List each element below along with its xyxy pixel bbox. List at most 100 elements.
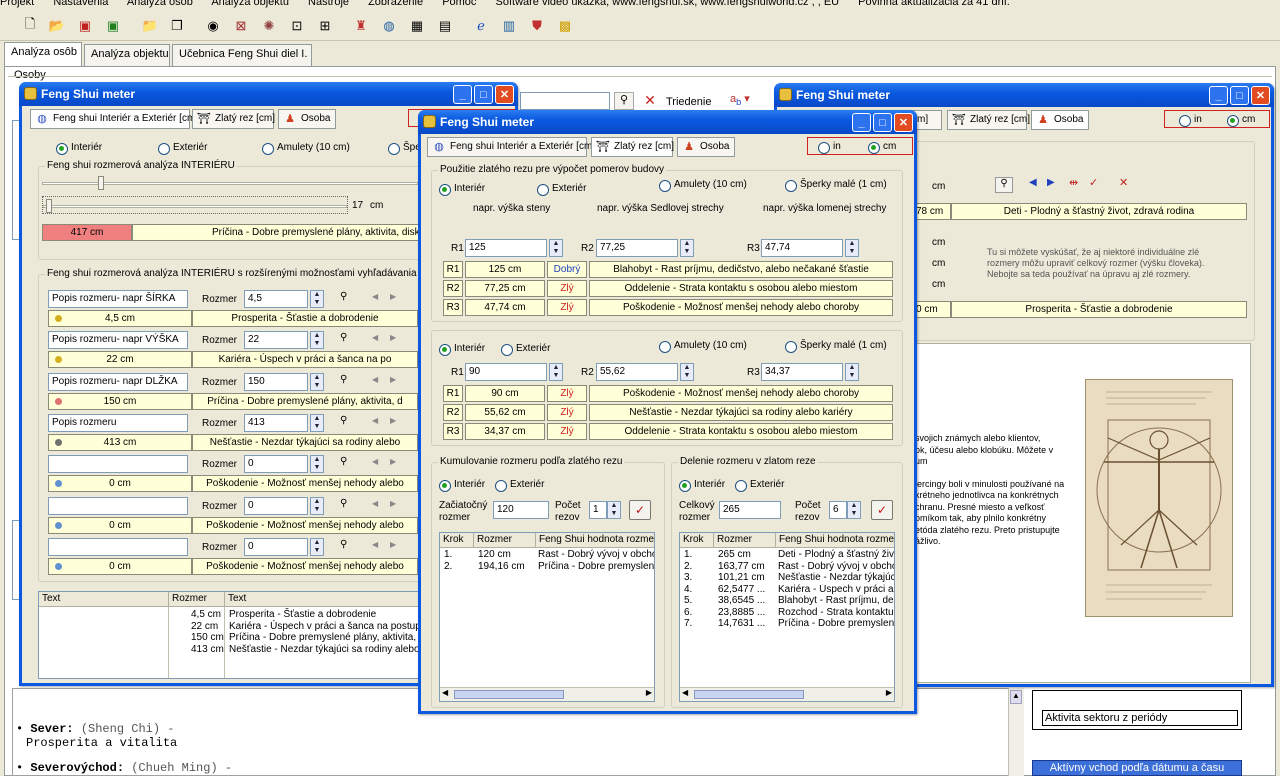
col-rozmer[interactable]: Rozmer: [169, 592, 225, 607]
search-icon[interactable]: ⚲: [340, 332, 347, 343]
prev-icon[interactable]: ◀: [372, 540, 378, 549]
copy-icon[interactable]: ❐: [167, 16, 187, 36]
dimension-spinner[interactable]: ▲ ▼: [310, 496, 324, 515]
radio-sperky-2[interactable]: Šperky malé (1 cm): [785, 340, 887, 353]
save-red-icon[interactable]: ▣: [75, 16, 95, 36]
bagua-icon[interactable]: ✺: [259, 16, 279, 36]
grid-tool-icon[interactable]: ⊠: [231, 16, 251, 36]
tab-zlaty-rez[interactable]: ⛩ Zlatý rez [cm]: [192, 109, 275, 129]
del-hscroll-thumb[interactable]: [694, 690, 804, 699]
minimize-icon[interactable]: _: [453, 85, 472, 104]
menu-video[interactable]: Software video ukážka, www.fengshui.sk, …: [496, 0, 840, 8]
prev-icon[interactable]: ◀: [372, 416, 378, 425]
fine-slider[interactable]: [42, 196, 348, 214]
list-row-hodnota[interactable]: Príčina - Dobre premyslené: [538, 561, 654, 572]
radio-exterier[interactable]: Exteriér: [537, 183, 586, 196]
r1-input[interactable]: 90: [465, 363, 547, 381]
r1-spinner[interactable]: ▲ ▼: [549, 363, 563, 381]
list-row-hodnota[interactable]: Deti - Plodný a šťastný život: [778, 549, 894, 560]
search-icon[interactable]: ⚲: [340, 415, 347, 426]
radio-interier-2[interactable]: Interiér: [439, 343, 485, 356]
kum-count-input[interactable]: 1: [589, 501, 607, 519]
list-row-rozmer[interactable]: 150 cm: [191, 632, 224, 643]
tab-analyza-osob[interactable]: Analýza osôb: [4, 42, 82, 66]
search-icon[interactable]: ⚲: [340, 498, 347, 509]
radio-amulety[interactable]: Amulety (10 cm): [262, 142, 350, 155]
maximize-icon[interactable]: □: [873, 113, 892, 132]
tab-analyza-objektu[interactable]: Analýza objektu: [84, 44, 170, 66]
list-row-hodnota[interactable]: Rast - Dobrý vývoj v obcho: [778, 561, 894, 572]
list-row-rozmer[interactable]: 62,5477 ...: [718, 584, 765, 595]
tab-osoba[interactable]: ♟ Osoba: [1031, 110, 1089, 130]
kum-radio-interier[interactable]: Interiér: [439, 479, 485, 492]
kum-hscroll-thumb[interactable]: [454, 690, 564, 699]
unit-in-radio[interactable]: in: [1179, 114, 1202, 127]
window-1-titlebar[interactable]: Feng Shui meter _ □ ✕: [19, 82, 518, 106]
dimension-value-input[interactable]: 150: [244, 372, 308, 391]
r2-input[interactable]: 77,25: [596, 239, 678, 257]
menu-nastavenia[interactable]: Nastavenia: [53, 0, 108, 8]
kum-col-rozmer[interactable]: Rozmer: [474, 533, 536, 548]
kum-start-input[interactable]: 120: [493, 501, 549, 519]
tab-zlaty-rez[interactable]: ⛩ Zlatý rez [cm]: [591, 137, 674, 157]
aktivny-vchod-button[interactable]: Aktívny vchod podľa dátumu a času: [1032, 760, 1242, 776]
list-row-krok[interactable]: 4.: [684, 584, 692, 595]
del-confirm-button[interactable]: ✓: [871, 500, 893, 520]
del-count-spinner[interactable]: ▲ ▼: [847, 501, 861, 519]
dimension-value-input[interactable]: 0: [244, 496, 308, 515]
next-icon[interactable]: ▶: [390, 292, 396, 301]
check-icon[interactable]: ✓: [1089, 176, 1098, 189]
list-row-text[interactable]: Prosperita - Šťastie a dobrodenie: [229, 609, 376, 620]
dimension-spinner[interactable]: ▲ ▼: [310, 537, 324, 556]
next-icon[interactable]: ▶: [390, 375, 396, 384]
del-total-input[interactable]: 265: [719, 501, 781, 519]
r2-input[interactable]: 55,62: [596, 363, 678, 381]
scroll-left-icon[interactable]: ◀: [682, 688, 688, 697]
dimension-value-input[interactable]: 4,5: [244, 290, 308, 308]
compass-tool-icon[interactable]: ◉: [203, 16, 223, 36]
next-icon[interactable]: ▶: [390, 333, 396, 342]
save-green-icon[interactable]: ▣: [103, 16, 123, 36]
del-col-krok[interactable]: Krok: [680, 533, 714, 548]
dimension-value-input[interactable]: 413: [244, 413, 308, 432]
list-row-hodnota[interactable]: Príčina - Dobre premyslené: [778, 618, 894, 629]
range-icon[interactable]: ⇹: [1069, 176, 1078, 189]
del-hscroll[interactable]: ◀ ▶: [680, 687, 894, 701]
del-count-input[interactable]: 6: [829, 501, 847, 519]
list-row-rozmer[interactable]: 413 cm: [191, 644, 224, 655]
person-icon[interactable]: ♜: [351, 16, 371, 36]
osoby-search-input[interactable]: [520, 92, 610, 110]
folder-person-icon[interactable]: 📁: [140, 16, 160, 36]
list-row-rozmer[interactable]: 38,6545 ...: [718, 595, 765, 606]
list-row-text[interactable]: Kariéra - Úspech v práci a šanca na post…: [229, 621, 421, 632]
kum-col-hodnota[interactable]: Feng Shui hodnota rozmeru: [536, 533, 654, 548]
internet-explorer-icon[interactable]: ℯ: [471, 16, 491, 36]
dimension-description-input[interactable]: [48, 496, 188, 515]
list-row-rozmer[interactable]: 194,16 cm: [478, 561, 525, 572]
dimension-value-input[interactable]: 22: [244, 331, 308, 350]
globe-icon[interactable]: ◍: [379, 16, 399, 36]
shield-icon[interactable]: ⛊: [527, 16, 547, 36]
kum-col-krok[interactable]: Krok: [440, 533, 474, 548]
list-row-rozmer[interactable]: 14,7631 ...: [718, 618, 765, 629]
clear-icon[interactable]: ✕: [1119, 176, 1128, 189]
prev-icon[interactable]: ◀: [372, 292, 378, 301]
radio-exterier[interactable]: Exteriér: [158, 142, 207, 155]
del-col-hodnota[interactable]: Feng Shui hodnota rozmeru: [776, 533, 894, 548]
new-file-icon[interactable]: 🗋: [20, 16, 40, 36]
dimension-spinner[interactable]: ▲ ▼: [310, 290, 324, 308]
window-2-titlebar[interactable]: Feng Shui meter _ □ ✕: [418, 110, 917, 134]
del-radio-interier[interactable]: Interiér: [679, 479, 725, 492]
list-row-hodnota[interactable]: Blahobyt - Rast príjmu, dedi: [778, 595, 894, 606]
dimension-value-input[interactable]: 0: [244, 455, 308, 474]
r3-spinner[interactable]: ▲ ▼: [845, 239, 859, 257]
tab-osoba[interactable]: ♟ Osoba: [278, 109, 336, 129]
dimension-description-input[interactable]: Popis rozmeru- napr DLŽKA: [48, 372, 188, 391]
dimension-description-input[interactable]: [48, 455, 188, 474]
list-row-krok[interactable]: 2.: [444, 561, 452, 572]
prev-icon[interactable]: ◀: [372, 499, 378, 508]
menu-pomoc[interactable]: Pomoc: [442, 0, 476, 8]
r2-spinner[interactable]: ▲ ▼: [680, 239, 694, 257]
r1-spinner[interactable]: ▲ ▼: [549, 239, 563, 257]
unit-cm-radio[interactable]: cm: [1227, 114, 1255, 127]
